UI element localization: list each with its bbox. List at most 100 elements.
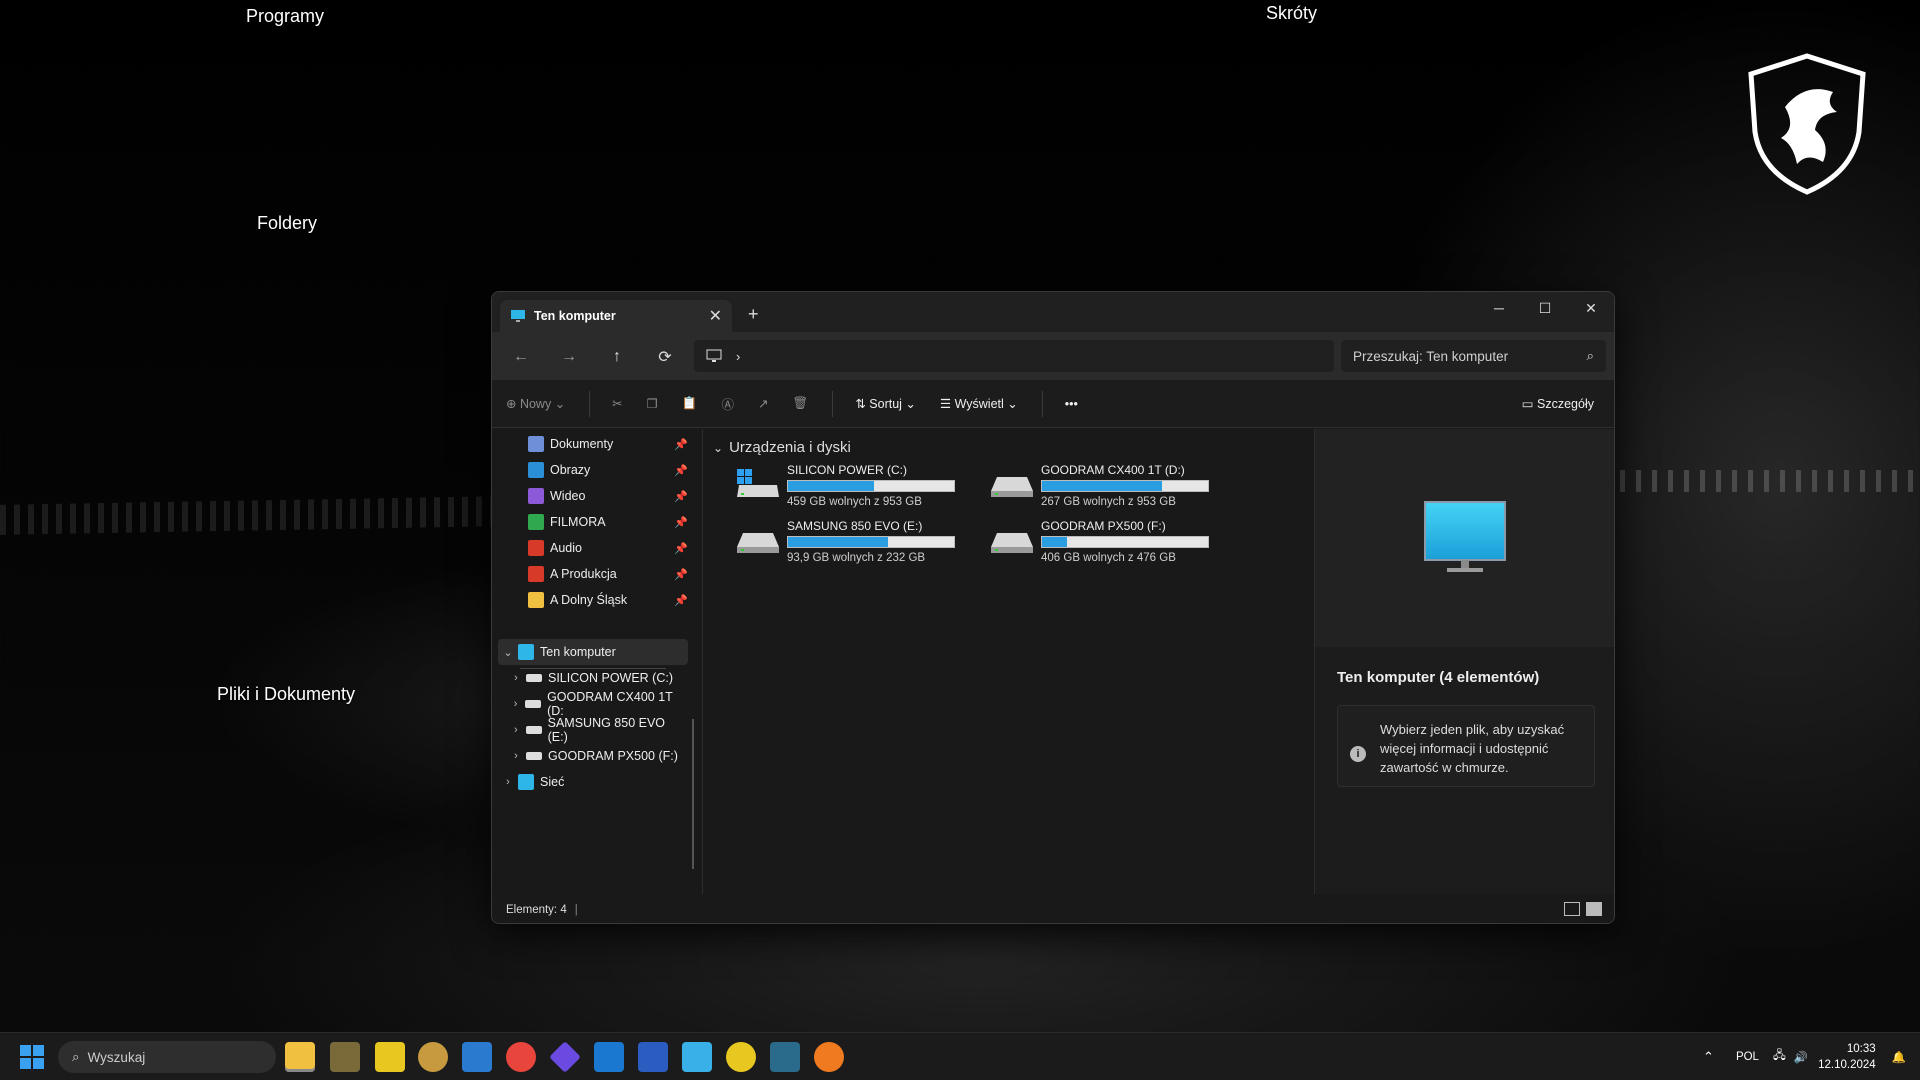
refresh-button[interactable]: ⟳ (652, 344, 678, 370)
sidebar-item-network[interactable]: › Sieć (498, 769, 678, 795)
sidebar-item-drive-c[interactable]: › SILICON POWER (C:) (506, 665, 686, 691)
details-view-icon[interactable] (1564, 902, 1580, 916)
search-field[interactable]: Przeszukaj: Ten komputer ⌕ (1341, 340, 1606, 372)
notification-bell-icon[interactable]: 🔔 (1892, 1050, 1906, 1064)
title-bar[interactable]: Ten komputer ✕ + ─ ☐ ✕ (492, 292, 1614, 332)
drive-tile-f[interactable]: GOODRAM PX500 (F:) 406 GB wolnych z 476 … (991, 519, 1231, 567)
monitor-icon (518, 644, 534, 660)
drive-tile-c[interactable]: SILICON POWER (C:) 459 GB wolnych z 953 … (737, 463, 977, 511)
sidebar-item-label: A Dolny Śląsk (550, 593, 628, 607)
address-field[interactable]: › (694, 340, 1334, 372)
tab-this-pc[interactable]: Ten komputer ✕ (500, 300, 732, 332)
forward-button[interactable]: → (556, 344, 582, 370)
sidebar-item-filmora[interactable]: FILMORA 📌 (508, 509, 688, 535)
search-placeholder: Przeszukaj: Ten komputer (1353, 348, 1509, 364)
cut-icon[interactable]: ✂ (612, 396, 622, 411)
sidebar-item-dokumenty[interactable]: Dokumenty 📌 (508, 431, 688, 457)
desktop-label-foldery: Foldery (257, 213, 318, 233)
separator (832, 390, 834, 417)
live-app-icon[interactable] (375, 1042, 405, 1072)
news-app-icon[interactable] (462, 1042, 492, 1072)
video-icon (528, 488, 544, 504)
chevron-right-icon[interactable]: › (506, 750, 526, 762)
chevron-right-icon[interactable]: › (506, 672, 526, 684)
details-pane-button[interactable]: ▭ Szczegóły (1522, 396, 1594, 412)
sidebar-item-drive-e[interactable]: › SAMSUNG 850 EVO (E:) (506, 716, 686, 744)
drive-icon (737, 533, 779, 553)
pin-icon[interactable]: 📌 (674, 542, 688, 555)
chevron-up-icon[interactable]: ⌃ (1703, 1049, 1714, 1065)
new-button[interactable]: ⊕ Nowy ⌄ (506, 396, 565, 412)
wallpaper-streaks (0, 495, 560, 535)
sidebar-item-audio[interactable]: Audio 📌 (508, 535, 688, 561)
volume-icon[interactable]: 🔊 (1794, 1050, 1808, 1064)
minimize-button[interactable]: ─ (1476, 292, 1522, 324)
desktop-label-programy: Programy (246, 6, 325, 26)
rename-icon[interactable]: Ⓐ (721, 394, 734, 413)
m-app-icon[interactable] (682, 1042, 712, 1072)
new-tab-button[interactable]: + (748, 304, 759, 325)
pin-icon[interactable]: 📌 (674, 568, 688, 581)
navigation-pane: Dokumenty 📌 Obrazy 📌 Wideo 📌 FILMORA 📌 Audio… (492, 429, 702, 894)
sidebar-scrollbar[interactable] (692, 719, 694, 869)
chevron-down-icon[interactable]: ⌄ (498, 646, 518, 659)
status-bar: Elementy: 4 | (492, 894, 1614, 923)
back-button[interactable]: ← (508, 344, 534, 370)
sidebar-item-this-pc[interactable]: ⌄ Ten komputer (498, 639, 688, 665)
pin-icon[interactable]: 📌 (674, 516, 688, 529)
address-bar-row: ← → ↑ ⟳ › Przeszukaj: Ten komputer ⌕ (492, 332, 1614, 380)
taskbar-search[interactable]: ⌕ Wyszukaj (58, 1041, 276, 1073)
language-indicator[interactable]: POL (1736, 1051, 1759, 1063)
share-icon[interactable]: ↗ (758, 396, 768, 411)
pin-icon[interactable]: 📌 (674, 490, 688, 503)
sidebar-item-obrazy[interactable]: Obrazy 📌 (508, 457, 688, 483)
breadcrumb-chevron-icon[interactable]: › (736, 349, 740, 364)
up-button[interactable]: ↑ (604, 344, 630, 370)
close-button[interactable]: ✕ (1568, 292, 1614, 324)
chrome-icon[interactable] (506, 1042, 536, 1072)
sidebar-item-drive-d[interactable]: › GOODRAM CX400 1T (D: (506, 690, 686, 718)
tiles-view-icon[interactable] (1586, 902, 1602, 916)
group-header-devices[interactable]: ⌄ Urządzenia i dyski (713, 439, 851, 456)
magnifier-app-icon[interactable] (814, 1042, 844, 1072)
file-explorer-window[interactable]: Ten komputer ✕ + ─ ☐ ✕ ← → ↑ ⟳ › Przeszu… (491, 291, 1615, 924)
sidebar-item-label: Dokumenty (550, 437, 614, 451)
browser-e-icon[interactable] (726, 1042, 756, 1072)
chevron-right-icon[interactable]: › (506, 724, 526, 736)
sidebar-item-a-produkcja[interactable]: A Produkcja 📌 (508, 561, 688, 587)
chevron-right-icon[interactable]: › (498, 776, 518, 788)
gem-app-icon[interactable] (549, 1041, 581, 1073)
chevron-down-icon[interactable]: ⌄ (713, 441, 723, 455)
command-bar: ⊕ Nowy ⌄ ✂ ❐ 📋 Ⓐ ↗ 🗑 ⇅ Sortuj ⌄ ☰ Wyświe… (492, 380, 1614, 428)
outlook-icon[interactable] (594, 1042, 624, 1072)
pin-icon[interactable]: 📌 (674, 594, 688, 607)
photo-app-icon[interactable] (330, 1042, 360, 1072)
sort-button[interactable]: ⇅ Sortuj ⌄ (855, 396, 916, 412)
file-explorer-app-icon[interactable] (285, 1042, 315, 1072)
character-app-icon[interactable] (418, 1042, 448, 1072)
paste-icon[interactable]: 📋 (682, 396, 698, 411)
pin-icon[interactable]: 📌 (674, 464, 688, 477)
word-icon[interactable] (638, 1042, 668, 1072)
close-tab-icon[interactable]: ✕ (709, 306, 722, 326)
installer-app-icon[interactable] (770, 1042, 800, 1072)
drive-tile-d[interactable]: GOODRAM CX400 1T (D:) 267 GB wolnych z 9… (991, 463, 1231, 511)
sidebar-item-wideo[interactable]: Wideo 📌 (508, 483, 688, 509)
clock[interactable]: 10:33 12.10.2024 (1818, 1041, 1876, 1073)
sidebar-item-a-dolny-slask[interactable]: A Dolny Śląsk 📌 (508, 587, 688, 613)
view-button-label: Wyświetl (954, 396, 1004, 411)
sidebar-item-label: Audio (550, 541, 582, 555)
chevron-right-icon[interactable]: › (506, 698, 525, 710)
view-button[interactable]: ☰ Wyświetl ⌄ (940, 396, 1018, 412)
maximize-button[interactable]: ☐ (1522, 292, 1568, 324)
copy-icon[interactable]: ❐ (647, 396, 658, 411)
drive-tile-e[interactable]: SAMSUNG 850 EVO (E:) 93,9 GB wolnych z 2… (737, 519, 977, 567)
details-info-text: Wybierz jeden plik, aby uzyskać więcej i… (1380, 722, 1565, 775)
sidebar-item-drive-f[interactable]: › GOODRAM PX500 (F:) (506, 743, 686, 769)
sidebar-item-label: FILMORA (550, 515, 606, 529)
delete-icon[interactable]: 🗑 (792, 396, 808, 411)
pin-icon[interactable]: 📌 (674, 438, 688, 451)
more-options-button[interactable]: ••• (1065, 397, 1078, 411)
network-icon[interactable]: 🖧 (1773, 1048, 1786, 1067)
start-button[interactable] (20, 1045, 44, 1069)
